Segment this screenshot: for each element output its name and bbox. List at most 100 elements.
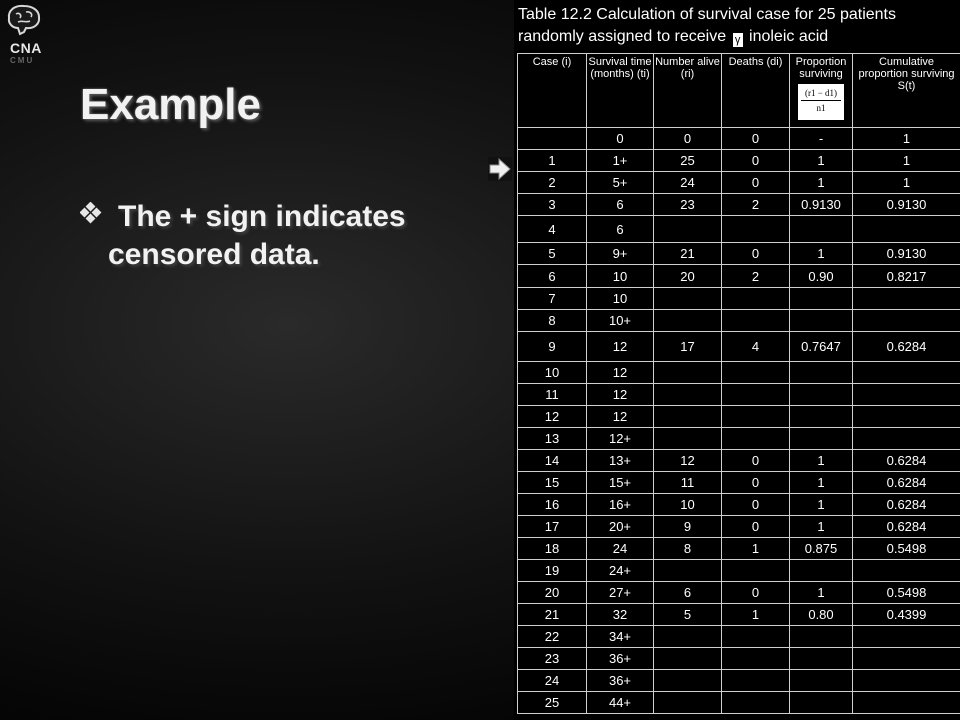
cell-survival-time: 20+	[586, 515, 654, 538]
cell-number-alive	[653, 559, 722, 582]
cell-deaths: 0	[721, 242, 790, 265]
cell-deaths	[721, 383, 790, 406]
cell-case: 25	[517, 691, 587, 714]
cell-proportion	[789, 647, 853, 670]
cell-cumulative: 0.6284	[852, 471, 960, 494]
cell-proportion	[789, 691, 853, 714]
cell-case: 11	[517, 383, 587, 406]
cell-number-alive: 8	[653, 537, 722, 560]
cell-deaths	[721, 287, 790, 310]
cell-proportion	[789, 383, 853, 406]
cell-case: 13	[517, 427, 587, 450]
cell-cumulative: 0.6284	[852, 515, 960, 538]
cell-survival-time: 15+	[586, 471, 654, 494]
cell-cumulative	[852, 559, 960, 582]
cell-cumulative	[852, 405, 960, 428]
cell-cumulative	[852, 287, 960, 310]
cell-number-alive	[653, 427, 722, 450]
cell-number-alive: 23	[653, 193, 722, 216]
cell-cumulative: 0.6284	[852, 493, 960, 516]
cell-case: 1	[517, 149, 587, 172]
cell-proportion	[789, 559, 853, 582]
cell-proportion: 1	[789, 515, 853, 538]
cell-number-alive	[653, 669, 722, 692]
cell-deaths	[721, 405, 790, 428]
table-row: 6 10 20 2 0.90 0.8217	[517, 264, 960, 288]
cell-deaths	[721, 691, 790, 714]
table-body: 0 0 0-1 1 1+ 25 0 1 1 2 5+ 24 0 1 1 3 6 23 2 0.9130 0.9130 4 6…	[517, 127, 960, 714]
logo-subtext: CMU	[10, 56, 35, 65]
cell-proportion: 0.80	[789, 603, 853, 626]
cell-deaths: 0	[721, 449, 790, 472]
cell-deaths: 0	[721, 581, 790, 604]
cell-survival-time: 32	[586, 603, 654, 626]
brain-icon	[7, 4, 41, 36]
cell-survival-time: 12	[586, 405, 654, 428]
cell-survival-time: 24	[586, 537, 654, 560]
bullet-point: The + sign indicates censored data.	[80, 198, 500, 274]
cell-proportion	[789, 309, 853, 332]
diamond-bullet-icon	[80, 202, 102, 224]
table-row: 14 13+ 12 0 1 0.6284	[517, 449, 960, 472]
cell-number-alive: 20	[653, 264, 722, 288]
cell-survival-time: 24+	[586, 559, 654, 582]
cell-case: 9	[517, 331, 587, 362]
cell-cumulative: 0.6284	[852, 331, 960, 362]
cell-deaths	[721, 309, 790, 332]
table-row: 5 9+ 21 0 1 0.9130	[517, 242, 960, 265]
cell-proportion	[789, 427, 853, 450]
table-row: 15 15+ 11 0 1 0.6284	[517, 471, 960, 494]
cell-case: 18	[517, 537, 587, 560]
cell-survival-time: 12	[586, 383, 654, 406]
logo-text: CNA	[10, 40, 42, 56]
cell-proportion	[789, 625, 853, 648]
cell-deaths: 0	[721, 493, 790, 516]
cell-cumulative: 0.6284	[852, 449, 960, 472]
cell-number-alive	[653, 215, 722, 243]
cell-number-alive	[653, 287, 722, 310]
cell-case: 20	[517, 581, 587, 604]
table-row: 21 32 5 1 0.80 0.4399	[517, 603, 960, 626]
caption-glyph: γ	[732, 33, 743, 47]
logo: CNA CMU	[4, 2, 52, 66]
cell-survival-time: 12	[586, 331, 654, 362]
cell-survival-time: 6	[586, 215, 654, 243]
proportion-formula: (r1 − d1) n1	[798, 84, 844, 120]
cell-case: 4	[517, 215, 587, 243]
cell-survival-time: 44+	[586, 691, 654, 714]
cell-survival-time: 1+	[586, 149, 654, 172]
cell-case: 6	[517, 264, 587, 288]
cell-number-alive: 5	[653, 603, 722, 626]
cell-deaths	[721, 647, 790, 670]
cell-number-alive	[653, 691, 722, 714]
cell-number-alive: 24	[653, 171, 722, 194]
cell-case	[517, 127, 587, 150]
cell-number-alive: 6	[653, 581, 722, 604]
right-arrow-icon	[488, 157, 512, 181]
survival-table: Case (i) Survival time (months) (ti) Num…	[517, 53, 960, 714]
cell-cumulative: 0.5498	[852, 537, 960, 560]
cell-number-alive: 11	[653, 471, 722, 494]
cell-deaths: 0	[721, 149, 790, 172]
cell-case: 3	[517, 193, 587, 216]
table-row: 2 5+ 24 0 1 1	[517, 171, 960, 194]
cell-cumulative	[852, 215, 960, 243]
cell-case: 19	[517, 559, 587, 582]
table-row: 000-1	[517, 127, 960, 150]
cell-deaths	[721, 625, 790, 648]
cell-deaths: 0	[721, 471, 790, 494]
cell-survival-time: 34+	[586, 625, 654, 648]
cell-number-alive: 21	[653, 242, 722, 265]
table-row: 10 12	[517, 361, 960, 384]
cell-survival-time: 10	[586, 287, 654, 310]
table-row: 16 16+ 10 0 1 0.6284	[517, 493, 960, 516]
cell-cumulative: 0.8217	[852, 264, 960, 288]
cell-proportion: -	[789, 127, 853, 150]
cell-case: 7	[517, 287, 587, 310]
cell-deaths	[721, 361, 790, 384]
table-row: 11 12	[517, 383, 960, 406]
cell-number-alive: 25	[653, 149, 722, 172]
cell-proportion: 1	[789, 149, 853, 172]
cell-proportion	[789, 669, 853, 692]
cell-survival-time: 12	[586, 361, 654, 384]
